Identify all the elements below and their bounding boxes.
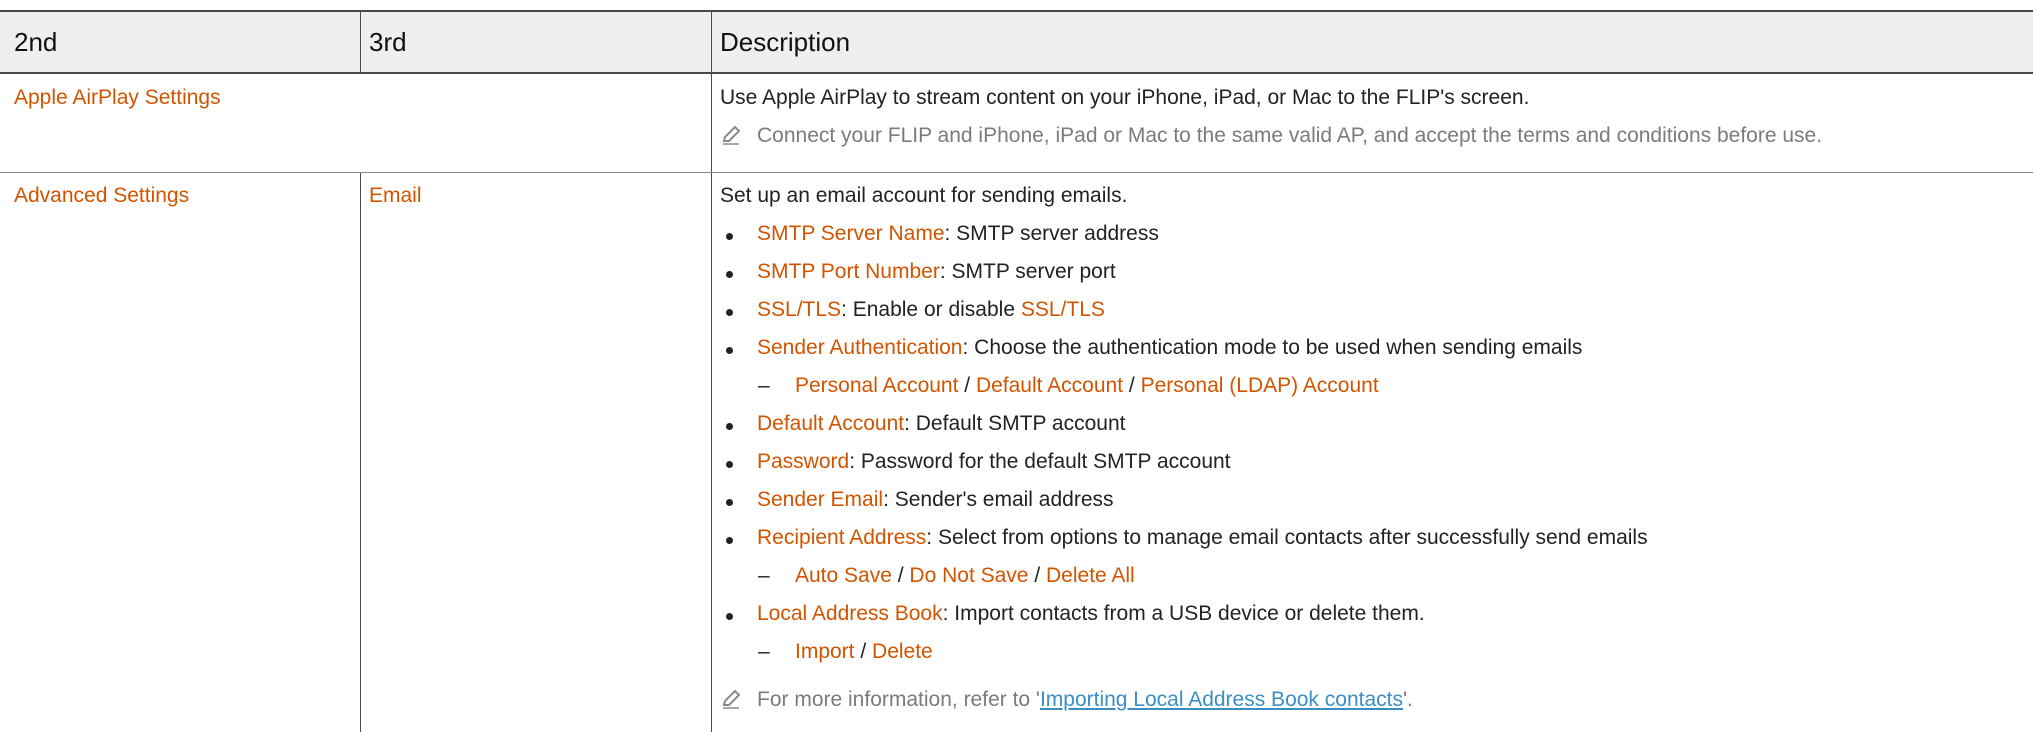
header-description: Description [720,27,851,57]
email-label: Email [369,184,422,207]
airplay-description: Use Apple AirPlay to stream content on y… [720,86,1530,109]
list-item: Sender Email: Sender's email address [757,488,1114,511]
pencil-icon [722,689,741,709]
airplay-settings-label: Apple AirPlay Settings [14,86,221,109]
sub-dash: – [758,374,770,397]
bullet-dot [726,271,733,278]
list-item: Recipient Address: Select from options t… [757,526,1648,549]
table-header: 2nd 3rd Description [0,10,2033,74]
sub-dash: – [758,564,770,587]
bullet-dot [726,537,733,544]
address-book-link[interactable]: Importing Local Address Book contacts [1040,688,1403,711]
column-divider [360,172,361,732]
advanced-settings-label: Advanced Settings [14,184,190,207]
email-intro: Set up an email account for sending emai… [720,184,1128,207]
bullet-dot [726,233,733,240]
airplay-note: Connect your FLIP and iPhone, iPad or Ma… [757,124,1823,147]
footnote: For more information, refer to 'Importin… [757,688,1413,711]
column-divider [360,10,361,74]
bullet-dot [726,347,733,354]
list-item: Local Address Book: Import contacts from… [757,602,1425,625]
bullet-dot [726,309,733,316]
book-options: Import / Delete [795,640,933,663]
list-item: SMTP Port Number: SMTP server port [757,260,1116,283]
pencil-icon [722,125,741,145]
bullet-dot [726,461,733,468]
auth-options: Personal Account / Default Account / Per… [795,374,1379,397]
list-item: Sender Authentication: Choose the authen… [757,336,1583,359]
header-3rd: 3rd [369,27,407,57]
list-item: SMTP Server Name: SMTP server address [757,222,1159,245]
header-2nd: 2nd [14,27,58,57]
sub-dash: – [758,640,770,663]
bullet-dot [726,613,733,620]
row-divider [0,172,2033,173]
bullet-dot [726,499,733,506]
bullet-dot [726,423,733,430]
column-divider [711,10,712,732]
list-item: Password: Password for the default SMTP … [757,450,1231,473]
settings-table: 2nd 3rd Description Apple AirPlay Settin… [0,0,2033,732]
list-item: SSL/TLS: Enable or disable SSL/TLS [757,298,1105,321]
list-item: Default Account: Default SMTP account [757,412,1126,435]
recipient-options: Auto Save / Do Not Save / Delete All [795,564,1135,587]
